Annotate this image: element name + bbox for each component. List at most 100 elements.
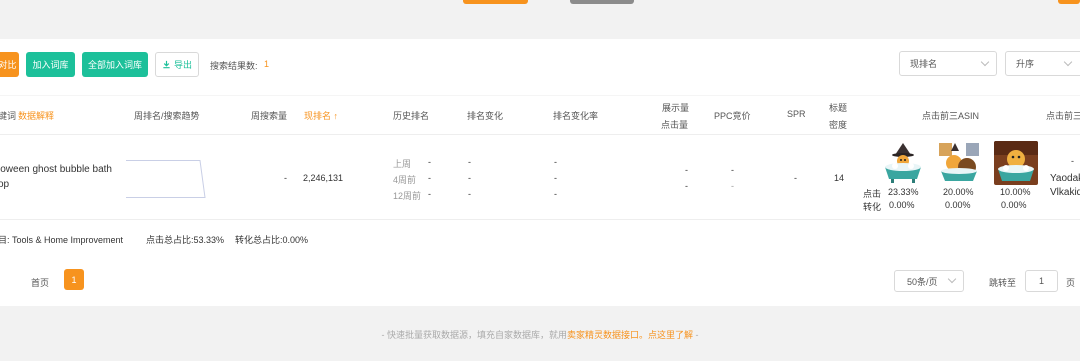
footer-suffix: - — [693, 330, 699, 340]
header-history-rank: 历史排名 — [393, 111, 430, 121]
top-strip — [0, 0, 1080, 25]
bath-toy-image — [994, 141, 1038, 185]
rank-change-12-weeks: - — [468, 189, 471, 199]
compare-button[interactable]: 对比 — [0, 52, 19, 77]
header-bottom-divider — [0, 134, 1080, 135]
rank-change-last-week: - — [468, 157, 471, 167]
header-week-search: 周搜索量 — [251, 111, 288, 121]
history-value-4-weeks: - — [428, 173, 431, 183]
brand-name-line1: Yaodak — [1050, 173, 1080, 184]
clicks-value: - — [685, 181, 688, 191]
history-label-12-weeks: 12周前 — [393, 191, 422, 201]
chevron-down-icon — [947, 274, 957, 284]
result-count-label: 搜索结果数: — [210, 61, 258, 71]
asin-3-product-image[interactable] — [994, 141, 1038, 185]
export-label: 导出 — [173, 60, 192, 70]
header-current-rank[interactable]: 现排名 ↑ — [304, 109, 338, 122]
page-size-select[interactable]: 50条/页 — [894, 270, 964, 292]
week-search-value: - — [284, 173, 287, 183]
history-label-last-week: 上周 — [393, 159, 412, 169]
asin-3-click-rate: 10.00% — [1000, 187, 1031, 197]
click-row-label: 点击 — [863, 189, 882, 199]
category-summary: 目: Tools & Home Improvement — [0, 235, 124, 245]
header-title-density-1: 标题 — [829, 103, 848, 113]
search-trend-chart — [126, 160, 208, 198]
spr-value: - — [794, 173, 797, 183]
header-top3-more: 点击前三 — [1046, 111, 1080, 121]
download-icon — [163, 60, 170, 69]
trend-line — [126, 160, 206, 198]
brand-dash: - — [1071, 156, 1074, 166]
bath-toy-image — [881, 141, 925, 185]
bath-toy-image — [937, 141, 981, 185]
top-right-button[interactable] — [1058, 0, 1080, 4]
history-value-12-weeks: - — [428, 189, 431, 199]
asin-1-product-image[interactable] — [881, 141, 925, 185]
asin-3-conv-rate: 0.00% — [1001, 200, 1027, 210]
header-ppc: PPC竞价 — [714, 111, 751, 121]
sort-order-value: 升序 — [1016, 59, 1035, 69]
rank-change-4-weeks: - — [468, 173, 471, 183]
top-gray-button[interactable] — [570, 0, 634, 4]
add-all-to-library-label: 全部加入词库 — [87, 60, 142, 70]
page-suffix-label: 页 — [1066, 278, 1076, 288]
asin-2-product-image[interactable] — [937, 141, 981, 185]
page-size-value: 50条/页 — [907, 276, 938, 287]
header-top-divider — [0, 95, 1080, 96]
data-explain-link[interactable]: 数据解释 — [18, 109, 54, 122]
sort-order-select[interactable]: 升序 — [1005, 51, 1080, 76]
click-total-summary: 点击总占比:53.33% — [146, 235, 225, 245]
row-bottom-divider — [0, 219, 1080, 220]
history-label-4-weeks: 4周前 — [393, 175, 417, 185]
conv-total-summary: 转化总占比:0.00% — [235, 235, 309, 245]
jump-page-input[interactable]: 1 — [1025, 270, 1058, 292]
results-card: 对比 加入词库 全部加入词库 导出 搜索结果数: 1 现排名 升序 键词 数据解… — [0, 39, 1080, 306]
ppc-value-top: - — [731, 165, 734, 175]
conv-row-label: 转化 — [863, 202, 882, 212]
header-spr: SPR — [787, 109, 806, 119]
chevron-down-icon — [980, 57, 990, 67]
keyword-text-line1[interactable]: loween ghost bubble bath — [0, 164, 112, 175]
header-keyword: 键词 — [0, 111, 17, 121]
add-to-library-button[interactable]: 加入词库 — [26, 52, 75, 77]
header-rank-change-rate: 排名变化率 — [553, 111, 599, 121]
keyword-text-line2[interactable]: op — [0, 179, 9, 190]
add-all-to-library-button[interactable]: 全部加入词库 — [82, 52, 148, 77]
sort-field-value: 现排名 — [910, 59, 938, 69]
page-1-label: 1 — [71, 274, 77, 285]
header-impressions: 展示量 — [662, 103, 690, 113]
result-count-value: 1 — [264, 59, 270, 69]
header-top3-asin: 点击前三ASIN — [922, 111, 980, 121]
footer-prefix: - 快速批量获取数据源，填充自家数据库，就用 — [381, 330, 567, 340]
rank-change-rate-12-weeks: - — [554, 189, 557, 199]
footer-api-link[interactable]: 卖家精灵数据接口。点这里了解 — [567, 330, 693, 340]
ppc-value-bottom: - — [731, 181, 734, 191]
first-page-link[interactable]: 首页 — [31, 276, 49, 289]
export-button[interactable]: 导出 — [155, 52, 199, 77]
header-current-rank-label: 现排名 — [304, 111, 332, 121]
asin-2-click-rate: 20.00% — [943, 187, 974, 197]
current-rank-value: 2,246,131 — [303, 173, 344, 183]
compare-button-label: 对比 — [0, 60, 17, 70]
rank-change-rate-4-weeks: - — [554, 173, 557, 183]
add-to-library-label: 加入词库 — [32, 60, 69, 70]
sort-field-select[interactable]: 现排名 — [899, 51, 997, 76]
sort-up-icon: ↑ — [333, 111, 339, 121]
jump-to-label: 跳转至 — [989, 278, 1017, 288]
impressions-value: - — [685, 165, 688, 175]
history-value-last-week: - — [428, 157, 431, 167]
header-rank-change: 排名变化 — [467, 111, 504, 121]
footer-promo: - 快速批量获取数据源，填充自家数据库，就用卖家精灵数据接口。点这里了解 - — [0, 328, 1080, 341]
chevron-down-icon — [1063, 57, 1073, 67]
header-week-rank-trend: 周排名/搜索趋势 — [134, 111, 200, 121]
rank-change-rate-last-week: - — [554, 157, 557, 167]
top-orange-button[interactable] — [463, 0, 528, 4]
jump-page-value: 1 — [1038, 276, 1044, 286]
title-density-value: 14 — [834, 173, 845, 183]
asin-2-conv-rate: 0.00% — [945, 200, 971, 210]
brand-name-line2: Vlkakid — [1050, 187, 1080, 198]
header-title-density-2: 密度 — [829, 120, 848, 130]
page-1-button[interactable]: 1 — [64, 269, 84, 290]
header-clicks: 点击量 — [661, 120, 689, 130]
asin-1-conv-rate: 0.00% — [889, 200, 915, 210]
